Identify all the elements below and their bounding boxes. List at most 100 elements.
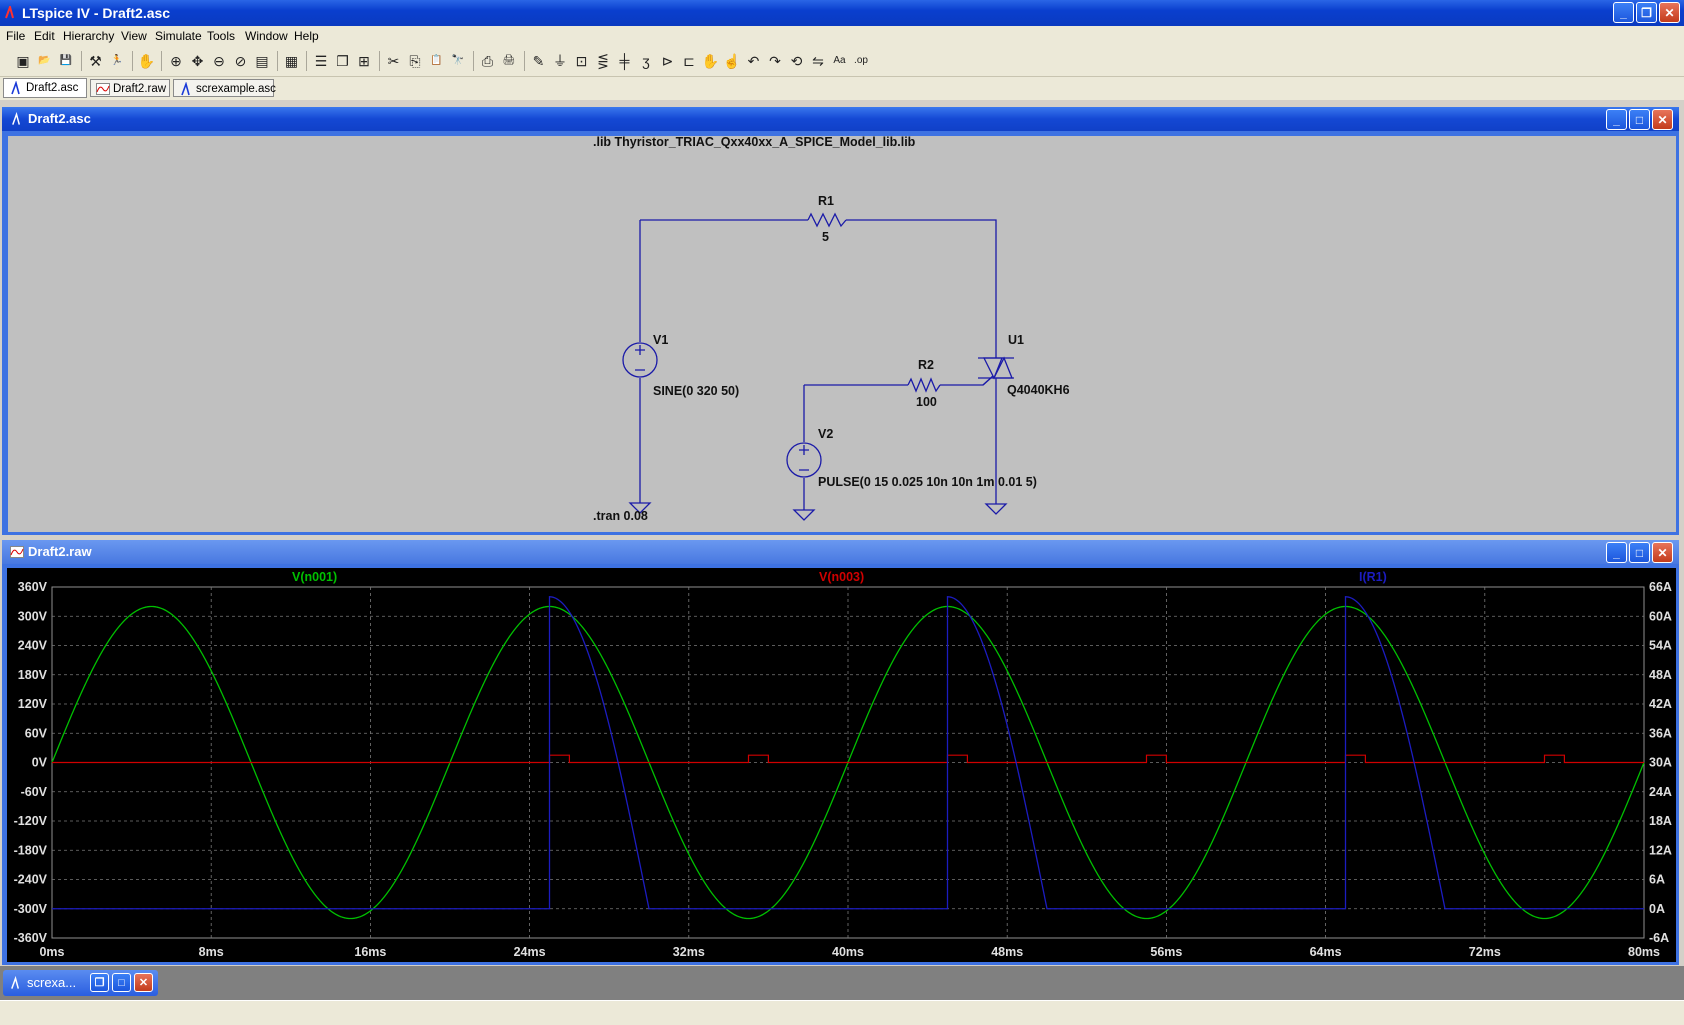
y-right-tick-label: 48A: [1649, 668, 1672, 682]
grid-icon[interactable]: ▦: [283, 52, 301, 70]
menu-file[interactable]: File: [6, 29, 25, 43]
y-right-tick-label: 60A: [1649, 609, 1672, 623]
tab-bar: Draft2.asc Draft2.raw screxample.asc: [0, 77, 1684, 100]
v1-value-label: SINE(0 320 50): [653, 384, 739, 398]
tran-directive[interactable]: .tran 0.08: [593, 509, 648, 523]
legend-v-n003[interactable]: V(n003): [819, 570, 864, 584]
tab-label: Draft2.asc: [26, 82, 79, 94]
v1-name-label: V1: [653, 333, 668, 347]
cascade-icon[interactable]: ❐: [334, 52, 352, 70]
find-icon[interactable]: 🔭: [449, 52, 467, 70]
inductor-icon[interactable]: ʒ: [637, 52, 655, 70]
restore-button[interactable]: ❐: [1636, 2, 1657, 23]
undo-icon[interactable]: ↶: [745, 52, 763, 70]
capacitor-icon[interactable]: ╪: [616, 52, 634, 70]
menu-window[interactable]: Window: [245, 29, 288, 43]
waveform-minimize-button[interactable]: _: [1606, 542, 1627, 563]
schematic-maximize-button[interactable]: □: [1629, 109, 1650, 130]
toolbar-separator: [80, 51, 82, 71]
y-right-tick-label: 12A: [1649, 843, 1672, 857]
wire-icon[interactable]: ✎: [530, 52, 548, 70]
y-right-tick-label: 54A: [1649, 639, 1672, 653]
toolbar-separator: [306, 51, 307, 71]
tab-draft2-asc[interactable]: Draft2.asc: [3, 78, 87, 98]
menu-tools[interactable]: Tools: [207, 29, 235, 43]
zoom-fit-icon[interactable]: ⊘: [232, 52, 250, 70]
waveform-canvas[interactable]: 0ms 8ms 16ms 24ms 32ms 40ms 48ms 56ms 64ms 72ms 80…: [7, 568, 1676, 962]
waveform-window-title: Draft2.raw: [28, 544, 92, 559]
minimize-button[interactable]: _: [1613, 2, 1634, 23]
component-icon[interactable]: ⊏: [680, 52, 698, 70]
redo-icon[interactable]: ↷: [766, 52, 784, 70]
app-title-bar: LTspice IV - Draft2.asc _ ❐ ✕: [0, 0, 1684, 26]
x-tick-labels: 0ms 8ms 16ms 24ms 32ms 40ms 48ms 56ms 64ms 72ms 80…: [39, 945, 1660, 959]
menu-hierarchy[interactable]: Hierarchy: [63, 29, 114, 43]
diode-icon[interactable]: ⊳: [659, 52, 677, 70]
autorange-icon[interactable]: ▤: [253, 52, 271, 70]
waveform-close-button[interactable]: ✕: [1652, 542, 1673, 563]
drag-icon[interactable]: ☝: [723, 52, 741, 70]
menu-edit[interactable]: Edit: [34, 29, 55, 43]
move-icon[interactable]: ✋: [702, 52, 720, 70]
menu-view[interactable]: View: [121, 29, 147, 43]
new-schematic-icon[interactable]: ▣: [14, 52, 32, 70]
halt-icon[interactable]: ✋: [138, 52, 156, 70]
close-button[interactable]: ✕: [1659, 2, 1680, 23]
y-left-tick-label: -60V: [21, 785, 48, 799]
lib-directive[interactable]: .lib Thyristor_TRIAC_Qxx40xx_A_SPICE_Mod…: [593, 135, 916, 149]
schematic-wires: [639, 219, 997, 510]
ground-icon[interactable]: ⏚: [551, 52, 569, 70]
menu-simulate[interactable]: Simulate: [155, 29, 202, 43]
schematic-canvas[interactable]: .lib Thyristor_TRIAC_Qxx40xx_A_SPICE_Mod…: [8, 135, 1676, 532]
pan-icon[interactable]: ✥: [189, 52, 207, 70]
cut-icon[interactable]: ✂: [385, 52, 403, 70]
open-icon[interactable]: 📂: [36, 52, 54, 70]
print-icon[interactable]: 🖨: [500, 52, 518, 70]
spice-directive-icon[interactable]: .op: [852, 52, 870, 70]
tile-horizontal-icon[interactable]: ☰: [312, 52, 330, 70]
y-right-tick-label: 30A: [1649, 756, 1672, 770]
waveform-window-title-bar[interactable]: Draft2.raw _ □ ✕: [2, 540, 1679, 564]
v2-voltage-source[interactable]: [786, 442, 822, 478]
waveform-maximize-button[interactable]: □: [1629, 542, 1650, 563]
tile-icon[interactable]: ⊞: [355, 52, 373, 70]
minimized-maximize-button[interactable]: □: [112, 973, 131, 992]
y-left-tick-label: 60V: [25, 726, 48, 740]
label-icon[interactable]: ⊡: [573, 52, 591, 70]
zoom-out-icon[interactable]: ⊖: [210, 52, 228, 70]
schematic-minimize-button[interactable]: _: [1606, 109, 1627, 130]
ltspice-logo-icon: [5, 6, 14, 19]
legend-i-r1[interactable]: I(R1): [1359, 570, 1387, 584]
menu-help[interactable]: Help: [294, 29, 319, 43]
x-tick-label: 32ms: [673, 945, 705, 959]
resistor-icon[interactable]: ⋚: [594, 52, 612, 70]
paste-icon[interactable]: 📋: [428, 52, 446, 70]
r2-resistor[interactable]: [907, 377, 941, 393]
r1-resistor[interactable]: [807, 212, 847, 228]
control-panel-icon[interactable]: ⚒: [87, 52, 105, 70]
minimized-close-button[interactable]: ✕: [134, 973, 153, 992]
schematic-window-title-bar[interactable]: Draft2.asc _ □ ✕: [2, 107, 1679, 131]
rotate-icon[interactable]: ⟲: [788, 52, 806, 70]
zoom-in-icon[interactable]: ⊕: [167, 52, 185, 70]
text-icon[interactable]: Aa: [831, 52, 849, 70]
y-left-tick-label: 360V: [18, 580, 48, 594]
tab-screxample-asc[interactable]: screxample.asc: [173, 79, 276, 97]
u1-value-label: Q4040KH6: [1007, 383, 1070, 397]
save-icon[interactable]: 💾: [57, 52, 75, 70]
copy-icon[interactable]: ⎘: [406, 52, 424, 70]
print-setup-icon[interactable]: ⎙: [479, 52, 497, 70]
tab-draft2-raw[interactable]: Draft2.raw: [90, 79, 170, 97]
y-left-tick-label: -120V: [14, 814, 48, 828]
v1-voltage-source[interactable]: [622, 342, 658, 378]
minimized-window[interactable]: screxa... ❐ □ ✕: [3, 970, 158, 996]
legend-v-n001[interactable]: V(n001): [292, 570, 337, 584]
y-left-tick-label: 120V: [18, 697, 48, 711]
r1-value-label: 5: [822, 230, 829, 244]
minimized-restore-button[interactable]: ❐: [90, 973, 109, 992]
y-right-tick-label: 6A: [1649, 873, 1665, 887]
run-icon[interactable]: 🏃: [108, 52, 126, 70]
y-right-tick-label: 66A: [1649, 580, 1672, 594]
schematic-close-button[interactable]: ✕: [1652, 109, 1673, 130]
mirror-icon[interactable]: ⇋: [809, 52, 827, 70]
